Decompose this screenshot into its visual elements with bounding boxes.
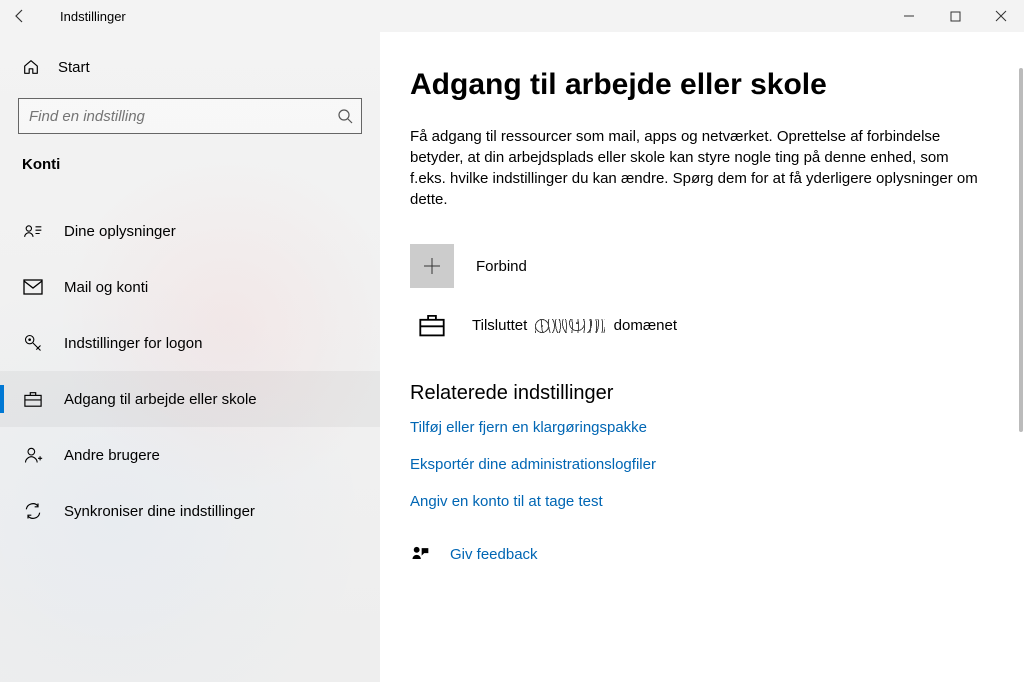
content-pane: Adgang til arbejde eller skole Få adgang… [380, 32, 1024, 682]
link-export-logs[interactable]: Eksportér dine administrationslogfiler [410, 456, 994, 473]
sidebar: Start Konti Dine oplysninger [0, 32, 380, 682]
maximize-button[interactable] [932, 0, 978, 32]
plus-button[interactable] [410, 244, 454, 288]
minimize-button[interactable] [886, 0, 932, 32]
sidebar-item-label: Dine oplysninger [64, 223, 176, 240]
link-provisioning-package[interactable]: Tilføj eller fjern en klargøringspakke [410, 419, 994, 436]
sidebar-item-other-users[interactable]: Andre brugere [0, 427, 380, 483]
search-input-container[interactable] [18, 98, 362, 134]
plus-icon [421, 255, 443, 277]
home-icon [22, 58, 40, 76]
window-controls [886, 0, 1024, 32]
nav-list: Dine oplysninger Mail og konti Indstilli… [0, 203, 380, 539]
redacted-domain [535, 319, 605, 333]
connected-domain-item[interactable]: Tilsluttet domænet [410, 312, 994, 338]
feedback-button[interactable]: Giv feedback [410, 544, 994, 564]
feedback-label: Giv feedback [450, 546, 538, 563]
back-button[interactable] [0, 0, 40, 32]
minimize-icon [903, 10, 915, 22]
window-title: Indstillinger [40, 9, 126, 24]
sidebar-item-access-work-school[interactable]: Adgang til arbejde eller skole [0, 371, 380, 427]
sidebar-item-sync-settings[interactable]: Synkroniser dine indstillinger [0, 483, 380, 539]
person-add-icon [22, 445, 44, 465]
scrollbar-thumb[interactable] [1019, 68, 1023, 432]
connect-label: Forbind [476, 258, 527, 275]
sidebar-item-label: Andre brugere [64, 447, 160, 464]
sidebar-item-label: Adgang til arbejde eller skole [64, 391, 257, 408]
related-settings-heading: Relaterede indstillinger [410, 382, 994, 405]
maximize-icon [950, 11, 961, 22]
close-button[interactable] [978, 0, 1024, 32]
person-card-icon [22, 221, 44, 241]
sync-icon [22, 501, 44, 521]
key-icon [22, 333, 44, 353]
sidebar-item-email-accounts[interactable]: Mail og konti [0, 259, 380, 315]
page-description: Få adgang til ressourcer som mail, apps … [410, 126, 980, 210]
search-input[interactable] [29, 108, 337, 125]
sidebar-item-your-info[interactable]: Dine oplysninger [0, 203, 380, 259]
sidebar-item-label: Mail og konti [64, 279, 148, 296]
briefcase-icon [22, 390, 44, 408]
scrollbar[interactable] [1019, 68, 1023, 674]
home-button[interactable]: Start [0, 44, 380, 94]
home-label: Start [58, 59, 90, 76]
domain-prefix: Tilsluttet [472, 317, 527, 334]
link-test-account[interactable]: Angiv en konto til at tage test [410, 493, 994, 510]
mail-icon [22, 279, 44, 295]
feedback-icon [410, 544, 430, 564]
titlebar: Indstillinger [0, 0, 1024, 32]
briefcase-icon [414, 312, 450, 338]
arrow-left-icon [12, 8, 28, 24]
connect-button[interactable]: Forbind [410, 244, 994, 288]
page-title: Adgang til arbejde eller skole [410, 68, 994, 102]
section-heading: Konti [0, 152, 380, 183]
window-body: Start Konti Dine oplysninger [0, 32, 1024, 682]
sidebar-item-label: Indstillinger for logon [64, 335, 202, 352]
domain-suffix: domænet [614, 317, 677, 334]
search-icon [337, 108, 353, 124]
close-icon [995, 10, 1007, 22]
settings-window: Indstillinger Start [0, 0, 1024, 682]
domain-status-label: Tilsluttet domænet [472, 317, 677, 334]
sidebar-item-signin-options[interactable]: Indstillinger for logon [0, 315, 380, 371]
sidebar-item-label: Synkroniser dine indstillinger [64, 503, 255, 520]
